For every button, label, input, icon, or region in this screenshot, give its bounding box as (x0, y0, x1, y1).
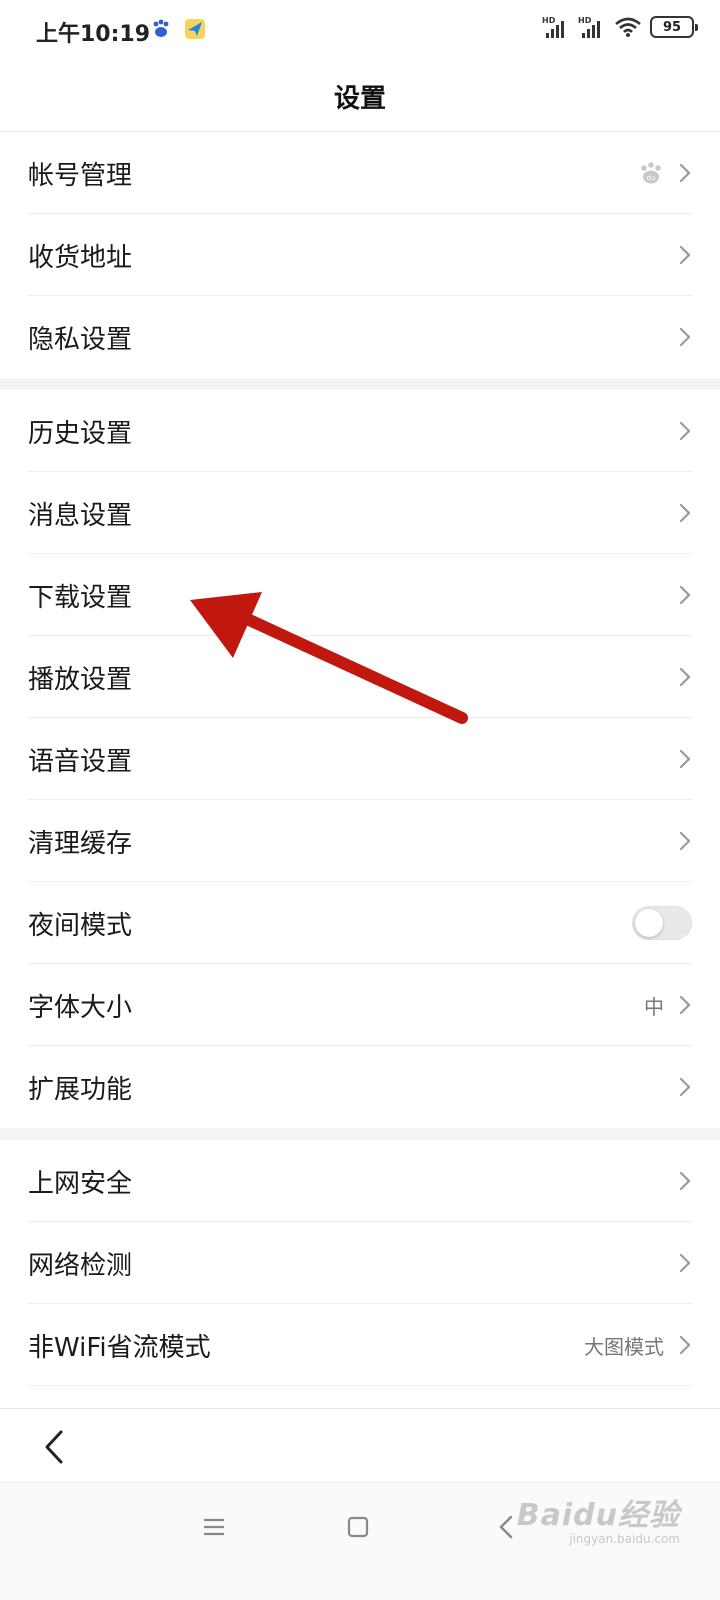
settings-row-download[interactable]: 下载设置 (0, 554, 720, 636)
status-bar: 上午10:19 HD HD 95 (0, 0, 720, 62)
menu-icon (204, 1518, 224, 1536)
signal-strength-2-icon: HD (578, 16, 600, 38)
chevron-right-icon (679, 667, 691, 687)
row-label: 字体大小 (28, 992, 133, 1023)
battery-indicator: 95 (650, 16, 698, 38)
row-label: 收货地址 (28, 242, 133, 273)
font-size-value: 中 (644, 994, 664, 1019)
settings-group-account: 帐号管理 du 收货地址 隐私设置 (0, 132, 720, 378)
watermark-logo: Baidu经验 (516, 1498, 680, 1533)
chevron-right-icon (679, 1077, 691, 1097)
row-label: 扩展功能 (28, 1074, 133, 1105)
settings-row-playback[interactable]: 播放设置 (0, 636, 720, 718)
row-label: 下载设置 (28, 582, 133, 613)
title-bar: 设置 (0, 62, 720, 132)
baidu-jingyan-watermark: Baidu经验 jingyan.baidu.com (517, 1490, 680, 1546)
signal-strength-icon: HD (542, 16, 564, 38)
row-label: 播放设置 (28, 664, 133, 695)
watermark-url: jingyan.baidu.com (569, 1532, 680, 1546)
settings-row-extensions[interactable]: 扩展功能 (0, 1046, 720, 1128)
data-saver-value: 大图模式 (584, 1334, 664, 1359)
baidu-paw-icon: du (641, 162, 661, 184)
settings-row-voice[interactable]: 语音设置 (0, 718, 720, 800)
notification-icons (150, 18, 206, 40)
chevron-right-icon (679, 995, 691, 1015)
settings-row-network-check[interactable]: 网络检测 (0, 1222, 720, 1304)
settings-row-clear-cache[interactable]: 清理缓存 (0, 800, 720, 882)
chevron-left-icon (45, 1430, 63, 1464)
settings-row-night-mode: 夜间模式 (0, 882, 720, 964)
row-label: 非WiFi省流模式 (28, 1332, 211, 1363)
baidu-paw-notification-icon (153, 19, 169, 37)
status-time: 上午10:19 (36, 22, 151, 47)
row-label: 清理缓存 (28, 828, 133, 859)
settings-row-font-size[interactable]: 字体大小 中 (0, 964, 720, 1046)
settings-row-web-security[interactable]: 上网安全 (0, 1140, 720, 1222)
wifi-icon (615, 17, 641, 37)
bottom-toolbar (0, 1408, 720, 1482)
home-square-icon (347, 1516, 369, 1538)
row-label: 历史设置 (28, 418, 133, 449)
settings-row-history[interactable]: 历史设置 (0, 390, 720, 472)
settings-row-privacy[interactable]: 隐私设置 (0, 296, 720, 378)
settings-row-account-management[interactable]: 帐号管理 du (0, 132, 720, 214)
row-label: 消息设置 (28, 500, 133, 531)
nav-home-button[interactable] (340, 1509, 376, 1545)
chevron-right-icon (679, 163, 691, 183)
chevron-right-icon (679, 1253, 691, 1273)
chevron-right-icon (679, 245, 691, 265)
settings-group-network: 上网安全 网络检测 非WiFi省流模式 大图模式 (0, 1140, 720, 1386)
chevron-right-icon (679, 327, 691, 347)
svg-text:HD: HD (542, 16, 556, 25)
settings-list: 帐号管理 du 收货地址 隐私设置 历史设置 消息设置 下载设置 播放设置 语音… (0, 132, 720, 1386)
page-title: 设置 (333, 84, 386, 114)
svg-text:du: du (647, 174, 656, 182)
row-label: 隐私设置 (28, 324, 133, 355)
row-label: 网络检测 (28, 1250, 133, 1281)
settings-group-general: 历史设置 消息设置 下载设置 播放设置 语音设置 清理缓存 夜间模式 字体大小 … (0, 390, 720, 1128)
settings-row-shipping-address[interactable]: 收货地址 (0, 214, 720, 296)
battery-level: 95 (662, 19, 682, 35)
back-arrow-icon (499, 1515, 513, 1539)
group-separator (0, 1128, 720, 1140)
chevron-right-icon (679, 421, 691, 441)
svg-text:HD: HD (578, 16, 592, 25)
night-mode-toggle[interactable] (632, 906, 692, 940)
settings-row-messages[interactable]: 消息设置 (0, 472, 720, 554)
row-label: 帐号管理 (28, 160, 133, 191)
chevron-right-icon (679, 585, 691, 605)
send-app-notification-icon (185, 19, 205, 39)
back-button[interactable] (36, 1427, 72, 1467)
chevron-right-icon (679, 503, 691, 523)
toggle-knob (635, 909, 663, 937)
row-label: 上网安全 (28, 1168, 133, 1199)
settings-row-data-saver[interactable]: 非WiFi省流模式 大图模式 (0, 1304, 720, 1386)
chevron-right-icon (679, 831, 691, 851)
chevron-right-icon (679, 749, 691, 769)
row-label: 语音设置 (28, 746, 133, 777)
chevron-right-icon (679, 1171, 691, 1191)
nav-menu-button[interactable] (196, 1509, 232, 1545)
group-separator (0, 378, 720, 390)
row-label: 夜间模式 (28, 910, 133, 941)
status-indicators: HD HD 95 (542, 15, 698, 39)
chevron-right-icon (679, 1335, 691, 1355)
